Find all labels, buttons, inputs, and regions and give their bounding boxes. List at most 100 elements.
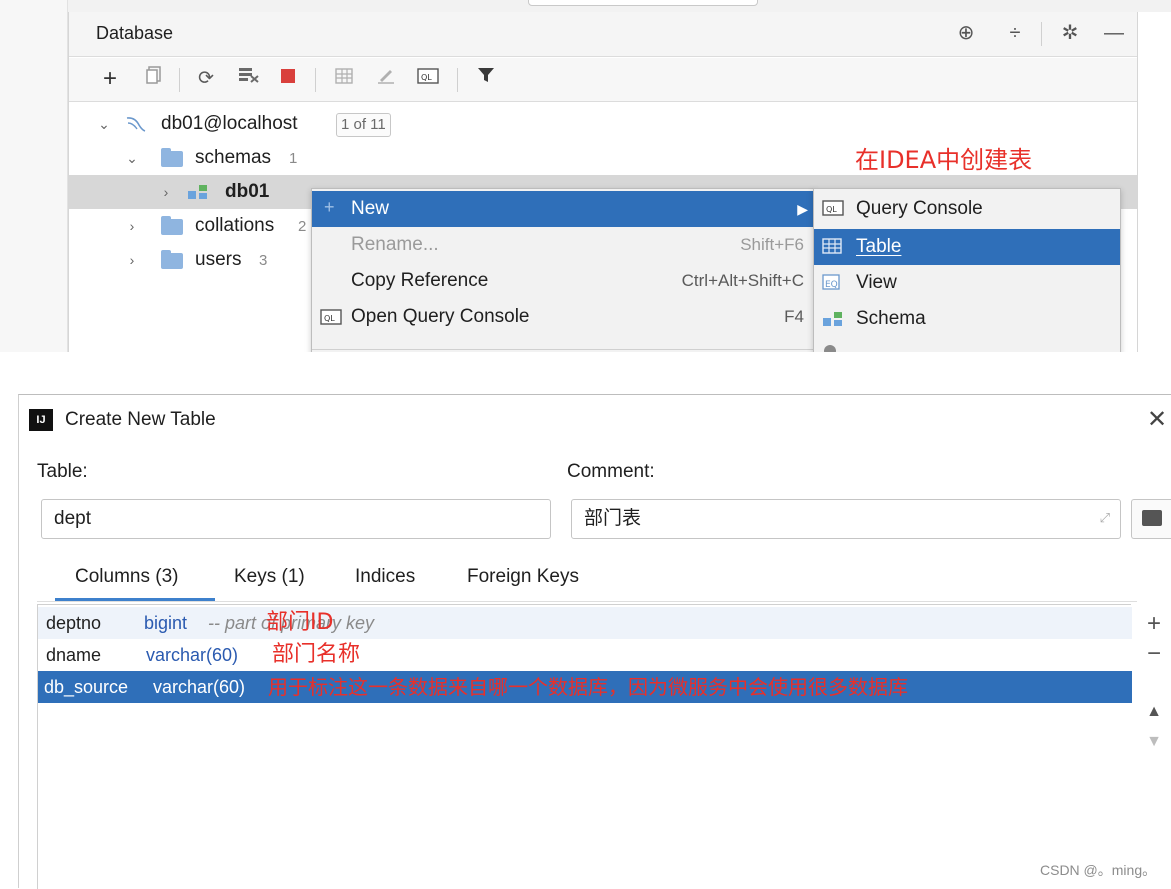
submenu-arrow-icon: ▶ — [797, 201, 808, 217]
refresh-icon[interactable]: ⟳ — [193, 66, 219, 92]
schemas-count: 1 — [289, 150, 298, 167]
table-icon — [822, 238, 844, 256]
panel-title: Database — [96, 23, 174, 43]
panel-header: Database ⊕ ÷ ✲ — — [69, 12, 1137, 57]
chevron-right-icon[interactable]: › — [125, 209, 139, 243]
remove-icon[interactable]: − — [1139, 639, 1169, 669]
menu-item-rename[interactable]: Rename... Shift+F6 — [312, 227, 814, 263]
close-icon[interactable]: ✕ — [1145, 405, 1169, 434]
column-name: db_source — [44, 677, 129, 697]
schemas-label: schemas — [195, 147, 272, 168]
create-new-table-dialog: IJ Create New Table ✕ Table: dept Commen… — [18, 394, 1171, 889]
annotation-create-table: 在IDEA中创建表 — [855, 146, 1033, 174]
svg-text:QL: QL — [324, 314, 335, 323]
column-type: varchar(60) — [153, 677, 246, 697]
submenu-item-label: Table — [856, 236, 902, 257]
submenu-item-label: Query Console — [856, 198, 983, 219]
tab-columns[interactable]: Columns (3) — [75, 555, 178, 599]
user-icon — [824, 345, 836, 352]
move-up-icon[interactable]: ▲ — [1139, 697, 1169, 727]
folder-icon — [161, 250, 183, 269]
table-name-label: Table: — [37, 461, 88, 482]
view-icon: EQ — [822, 274, 844, 292]
comment-options-button[interactable] — [1131, 499, 1171, 539]
top-search-field[interactable] — [528, 0, 758, 6]
move-down-icon[interactable]: ▼ — [1139, 727, 1169, 757]
filter-icon[interactable] — [473, 66, 499, 92]
menu-item-shortcut: F4 — [784, 307, 804, 326]
header-divider — [1041, 22, 1042, 46]
menu-item-shortcut: Ctrl+Alt+Shift+C — [681, 271, 804, 290]
menu-item-label: Rename... — [351, 234, 439, 255]
edit-icon[interactable] — [373, 66, 399, 92]
add-icon[interactable]: + — [1139, 609, 1169, 639]
tabs-divider — [37, 601, 1137, 602]
submenu-item-user[interactable] — [814, 337, 1120, 352]
connection-count-badge: 1 of 11 — [336, 113, 391, 137]
comment-value: 部门表 — [584, 508, 642, 529]
dialog-title: Create New Table — [65, 409, 216, 430]
users-count: 3 — [259, 252, 268, 269]
mysql-connection-icon — [125, 115, 147, 138]
panel-toolbar: + ⟳ QL — [69, 58, 1137, 102]
folder-icon — [161, 216, 183, 235]
column-type: varchar(60) — [146, 645, 239, 665]
submenu-item-view[interactable]: EQ View — [814, 265, 1120, 301]
chevron-down-icon[interactable]: ⌄ — [97, 107, 111, 141]
list-item[interactable]: db_source varchar(60) 用于标注这一条数据来自哪一个数据库，… — [38, 671, 1132, 703]
menu-item-shortcut: Shift+F6 — [740, 235, 804, 254]
menu-item-copy-reference[interactable]: Copy Reference Ctrl+Alt+Shift+C — [312, 263, 814, 299]
submenu-item-label: View — [856, 272, 897, 293]
table-icon[interactable] — [331, 66, 357, 92]
query-console-icon: QL — [320, 309, 342, 330]
crosshair-icon[interactable]: ⊕ — [953, 20, 979, 46]
db01-label: db01 — [225, 181, 270, 202]
context-menu: + New ▶ Rename... Shift+F6 Copy Referenc… — [311, 188, 815, 352]
schema-icon — [822, 310, 844, 328]
copy-icon[interactable] — [141, 66, 167, 92]
collapse-icon[interactable]: ÷ — [1002, 20, 1028, 46]
tab-foreign-keys[interactable]: Foreign Keys — [467, 555, 579, 599]
expand-icon[interactable]: ⤢ — [1100, 510, 1110, 526]
list-item[interactable]: deptno bigint -- part of primary key 部门I… — [38, 607, 1132, 639]
table-name-field[interactable]: dept — [41, 499, 551, 539]
column-annotation: 部门名称 — [272, 642, 361, 667]
toolbar-separator — [457, 68, 458, 92]
connection-label: db01@localhost — [161, 113, 298, 134]
submenu-item-schema[interactable]: Schema — [814, 301, 1120, 337]
database-panel: Database ⊕ ÷ ✲ — + ⟳ QL ⌄ db01@localhost… — [68, 12, 1138, 352]
column-type: bigint — [144, 613, 188, 633]
minimize-icon[interactable]: — — [1101, 20, 1127, 46]
add-icon[interactable]: + — [97, 66, 123, 92]
menu-item-open-query-console[interactable]: QL Open Query Console F4 — [312, 299, 814, 335]
tab-keys[interactable]: Keys (1) — [234, 555, 305, 599]
column-name: dname — [46, 645, 102, 665]
tab-indices[interactable]: Indices — [355, 555, 415, 599]
svg-text:QL: QL — [421, 73, 432, 82]
query-console-icon[interactable]: QL — [415, 66, 441, 92]
menu-item-new[interactable]: + New ▶ — [312, 191, 814, 227]
chevron-right-icon[interactable]: › — [159, 175, 173, 209]
list-item[interactable]: dname varchar(60) 部门名称 — [38, 639, 1132, 671]
submenu-item-label: Schema — [856, 308, 926, 329]
new-submenu: QL Query Console Table EQ View Schema — [813, 188, 1121, 352]
column-annotation: 用于标注这一条数据来自哪一个数据库，因为微服务中会使用很多数据库 — [268, 675, 908, 699]
database-tool-window: Database ⊕ ÷ ✲ — + ⟳ QL ⌄ db01@localhost… — [0, 0, 1171, 352]
menu-item-label: Open Query Console — [351, 306, 530, 327]
manage-icon[interactable] — [236, 66, 262, 92]
tree-row-connection[interactable]: ⌄ db01@localhost 1 of 11 — [69, 107, 1137, 141]
chevron-down-icon[interactable]: ⌄ — [125, 141, 139, 175]
column-name: deptno — [46, 613, 102, 633]
menu-item-label: Copy Reference — [351, 270, 489, 291]
query-console-icon: QL — [822, 200, 844, 218]
comment-field[interactable]: 部门表 ⤢ — [571, 499, 1121, 539]
chevron-right-icon[interactable]: › — [125, 243, 139, 277]
stop-icon[interactable] — [275, 66, 301, 92]
column-annotation: 部门ID — [266, 610, 334, 635]
submenu-item-table[interactable]: Table — [814, 229, 1120, 265]
toolbar-separator — [315, 68, 316, 92]
submenu-item-query-console[interactable]: QL Query Console — [814, 191, 1120, 227]
left-gutter — [0, 0, 68, 352]
gear-icon[interactable]: ✲ — [1057, 20, 1083, 46]
intellij-logo-icon: IJ — [29, 409, 53, 431]
